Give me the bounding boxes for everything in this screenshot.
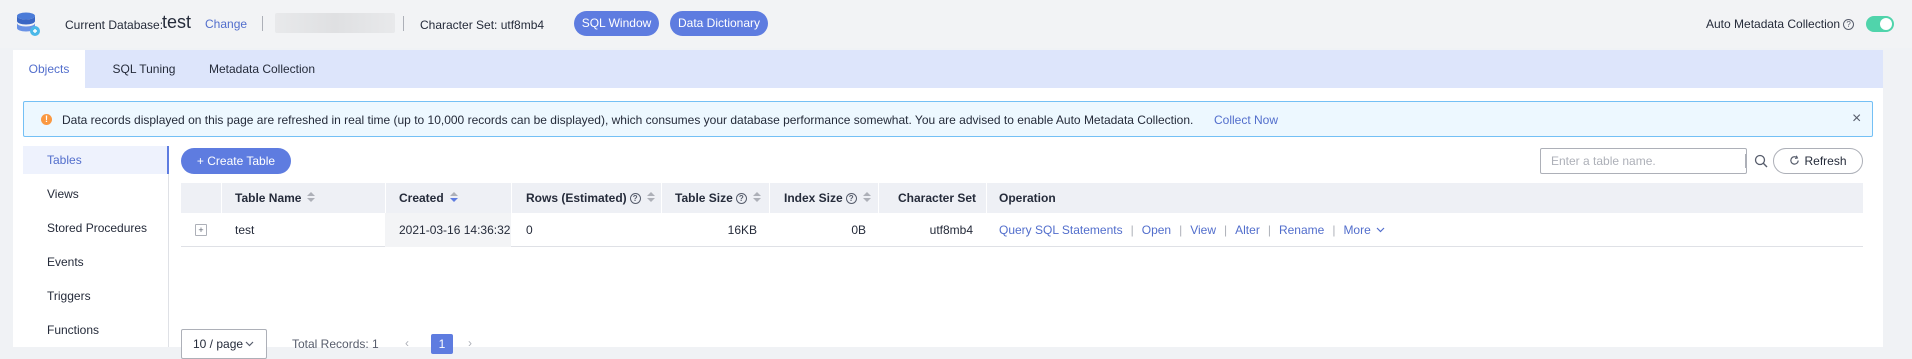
main-panel: Objects SQL Tuning Metadata Collection !… xyxy=(13,50,1883,359)
search-icon[interactable] xyxy=(1753,153,1769,169)
change-database-link[interactable]: Change xyxy=(205,17,247,31)
page-size-select[interactable]: 10 / page xyxy=(181,329,267,359)
help-icon[interactable]: ? xyxy=(1843,19,1855,30)
column-label: Created xyxy=(399,191,444,205)
column-header-table-name[interactable]: Table Name xyxy=(235,183,316,213)
current-database-name: test xyxy=(162,12,192,32)
expand-row-icon[interactable]: + xyxy=(195,224,207,236)
tab-sql-tuning[interactable]: SQL Tuning xyxy=(99,50,189,88)
table-search xyxy=(1540,148,1768,174)
column-header-index-size[interactable]: Index Size? xyxy=(784,183,871,213)
divider: | xyxy=(1224,223,1228,237)
divider: | xyxy=(1267,223,1271,237)
refresh-label: Refresh xyxy=(1804,154,1847,168)
help-icon[interactable]: ? xyxy=(629,193,641,204)
help-icon[interactable]: ? xyxy=(845,193,857,204)
view-link[interactable]: View xyxy=(1190,223,1216,237)
page-1-button[interactable]: 1 xyxy=(431,334,453,354)
cell-operations: Query SQL Statements | Open | View | Alter | Ren… xyxy=(999,213,1385,247)
refresh-button[interactable]: Refresh xyxy=(1773,148,1863,174)
info-notice: ! Data records displayed on this page ar… xyxy=(23,101,1873,137)
auto-metadata-toggle[interactable] xyxy=(1866,16,1894,32)
column-header-rows[interactable]: Rows (Estimated)? xyxy=(526,183,655,213)
open-link[interactable]: Open xyxy=(1142,223,1171,237)
column-divider xyxy=(221,183,222,213)
column-divider xyxy=(769,183,770,213)
sidebar-item-tables[interactable]: Tables xyxy=(23,146,169,174)
masked-instance-info xyxy=(275,13,395,33)
search-divider xyxy=(1745,154,1746,168)
table-row: + test 2021-03-16 14:36:32 0 16KB 0B utf… xyxy=(181,213,1863,247)
close-icon[interactable]: × xyxy=(1852,110,1861,128)
divider: | xyxy=(1179,223,1183,237)
column-divider xyxy=(661,183,662,213)
data-dictionary-button[interactable]: Data Dictionary xyxy=(670,11,768,36)
chevron-down-icon xyxy=(245,341,254,347)
prev-page-icon[interactable]: ‹ xyxy=(405,336,409,350)
next-page-icon[interactable]: › xyxy=(468,336,472,350)
alter-link[interactable]: Alter xyxy=(1235,223,1260,237)
column-divider xyxy=(878,183,879,213)
auto-metadata-collection-label: Auto Metadata Collection? xyxy=(1706,17,1855,31)
cell-rows: 0 xyxy=(526,223,533,237)
sidebar-item-views[interactable]: Views xyxy=(23,180,169,208)
warning-icon: ! xyxy=(41,114,52,125)
cell-table-size: 16KB xyxy=(727,223,757,237)
tab-bar: Objects SQL Tuning Metadata Collection xyxy=(13,50,1883,88)
cell-created: 2021-03-16 14:36:32 xyxy=(385,213,511,247)
notice-text: Data records displayed on this page are … xyxy=(62,113,1194,127)
top-bar: Current Database: test Change Character … xyxy=(0,0,1912,48)
total-records: Total Records: 1 xyxy=(292,337,379,351)
current-database-label: Current Database: xyxy=(65,18,164,32)
sql-window-button[interactable]: SQL Window xyxy=(574,11,659,36)
cell-character-set: utf8mb4 xyxy=(929,223,973,237)
sort-icon[interactable] xyxy=(862,192,871,204)
column-label: Rows (Estimated) xyxy=(526,191,627,205)
sort-icon[interactable] xyxy=(307,192,316,204)
rename-link[interactable]: Rename xyxy=(1279,223,1324,237)
sidebar-item-functions[interactable]: Functions xyxy=(23,316,169,344)
chevron-down-icon xyxy=(1376,227,1385,233)
column-label: Index Size xyxy=(784,191,843,205)
column-label: Table Size xyxy=(675,191,733,205)
sort-desc-icon[interactable] xyxy=(449,192,458,204)
more-dropdown[interactable]: More xyxy=(1343,223,1385,237)
database-logo-icon xyxy=(17,12,40,36)
cell-index-size: 0B xyxy=(851,223,866,237)
more-label: More xyxy=(1343,223,1371,237)
column-divider xyxy=(511,183,512,213)
table-search-input[interactable] xyxy=(1541,149,1746,173)
tab-objects[interactable]: Objects xyxy=(13,50,85,88)
create-table-button[interactable]: + Create Table xyxy=(181,148,291,174)
object-type-sidebar: Tables Views Stored Procedures Events Tr… xyxy=(23,146,169,347)
divider: | xyxy=(1130,223,1134,237)
column-header-character-set: Character Set xyxy=(898,191,977,205)
sort-icon[interactable] xyxy=(752,192,761,204)
collect-now-link[interactable]: Collect Now xyxy=(1214,113,1278,127)
sidebar-item-stored-procedures[interactable]: Stored Procedures xyxy=(23,214,169,242)
page-size-value: 10 / page xyxy=(193,337,244,351)
help-icon[interactable]: ? xyxy=(735,193,747,204)
sidebar-item-events[interactable]: Events xyxy=(23,248,169,276)
divider: | xyxy=(1332,223,1336,237)
cell-table-name: test xyxy=(235,223,255,237)
query-sql-statements-link[interactable]: Query SQL Statements xyxy=(999,223,1123,237)
tab-metadata-collection[interactable]: Metadata Collection xyxy=(195,50,329,88)
character-set-label: Character Set: utf8mb4 xyxy=(420,18,545,32)
refresh-icon xyxy=(1790,155,1800,165)
column-divider xyxy=(385,183,386,213)
column-label: Table Name xyxy=(235,191,302,205)
sort-icon[interactable] xyxy=(646,192,655,204)
divider xyxy=(403,16,404,31)
table-header: Table Name Created Rows (Estimated)? Tab… xyxy=(181,183,1863,213)
divider xyxy=(262,16,263,31)
column-header-created[interactable]: Created xyxy=(399,183,458,213)
column-header-operation: Operation xyxy=(999,191,1056,205)
column-header-table-size[interactable]: Table Size? xyxy=(675,183,761,213)
sidebar-item-triggers[interactable]: Triggers xyxy=(23,282,169,310)
auto-metadata-text: Auto Metadata Collection xyxy=(1706,17,1841,31)
column-divider xyxy=(986,183,987,213)
